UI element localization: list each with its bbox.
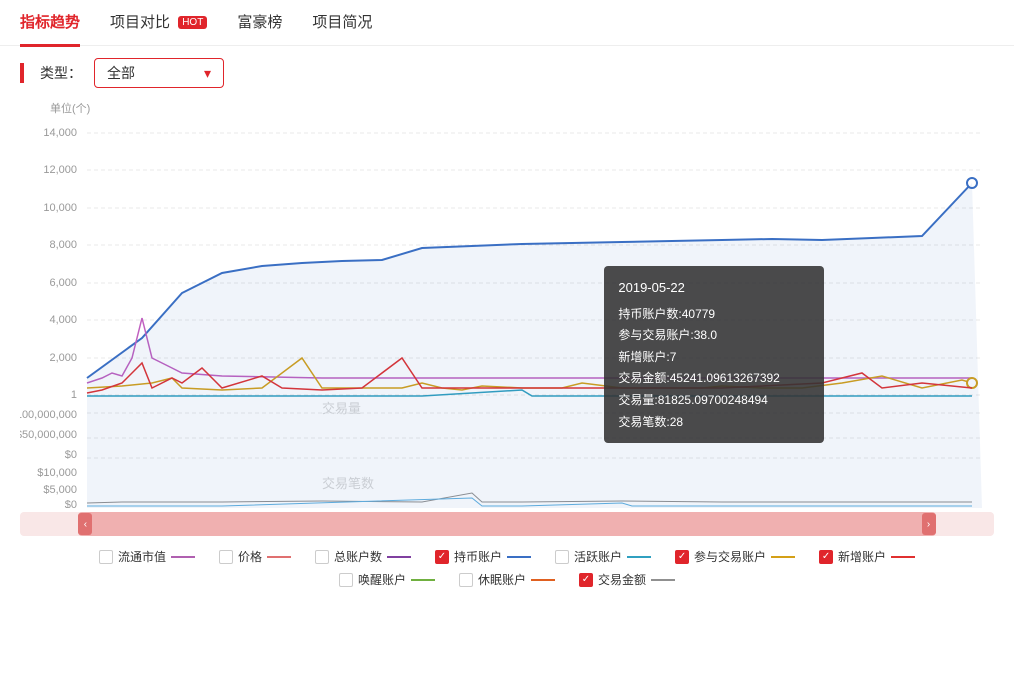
svg-text:$100,000,000: $100,000,000 bbox=[20, 409, 77, 421]
chevron-down-icon: ▾ bbox=[204, 65, 211, 82]
nav-item-overview[interactable]: 项目简况 bbox=[312, 0, 372, 47]
legend-line-trade-accounts bbox=[771, 556, 795, 558]
legend-label: 参与交易账户 bbox=[694, 548, 766, 565]
legend-market-cap[interactable]: 流通市值 bbox=[99, 548, 195, 565]
svg-text:$5,000: $5,000 bbox=[43, 484, 77, 496]
legend-check-price[interactable] bbox=[219, 550, 233, 564]
legend-trade-accounts[interactable]: 参与交易账户 bbox=[675, 548, 795, 565]
svg-text:2,000: 2,000 bbox=[49, 352, 77, 364]
legend-check-sleep-accounts[interactable] bbox=[459, 573, 473, 587]
legend-label: 价格 bbox=[238, 548, 262, 565]
legend-check-trade-amount[interactable] bbox=[579, 573, 593, 587]
chart-wrap: .axis-text { font-size: 11px; fill: #999… bbox=[20, 118, 994, 508]
svg-text:$0: $0 bbox=[65, 449, 77, 461]
legend-line-wake-accounts bbox=[411, 579, 435, 581]
svg-text:$0: $0 bbox=[65, 499, 77, 508]
chart-scrollbar[interactable]: ‹ › bbox=[20, 512, 994, 536]
legend-area: 流通市值 价格 总账户数 持币账户 活跃账户 参与交易账户 新增账户 唤醒账户 bbox=[0, 540, 1014, 596]
filter-label: 类型： bbox=[40, 63, 82, 83]
scrollbar-left-handle[interactable]: ‹ bbox=[78, 513, 92, 535]
legend-check-wake-accounts[interactable] bbox=[339, 573, 353, 587]
scrollbar-thumb[interactable] bbox=[78, 512, 935, 536]
filter-row: 类型： 全部 ▾ bbox=[0, 46, 1014, 100]
legend-total-accounts[interactable]: 总账户数 bbox=[315, 548, 411, 565]
svg-text:4,000: 4,000 bbox=[49, 314, 77, 326]
svg-text:6,000: 6,000 bbox=[49, 277, 77, 289]
chart-container: 单位(个) .axis-text { font-size: 11px; fill… bbox=[0, 100, 1014, 508]
legend-holder-accounts[interactable]: 持币账户 bbox=[435, 548, 531, 565]
legend-sleep-accounts[interactable]: 休眠账户 bbox=[459, 571, 555, 588]
legend-label: 持币账户 bbox=[454, 548, 502, 565]
svg-text:1: 1 bbox=[71, 389, 77, 401]
scrollbar-right-handle[interactable]: › bbox=[922, 513, 936, 535]
svg-text:$50,000,000: $50,000,000 bbox=[20, 429, 77, 441]
legend-price[interactable]: 价格 bbox=[219, 548, 291, 565]
legend-check-new-accounts[interactable] bbox=[819, 550, 833, 564]
nav-bar: 指标趋势 项目对比 HOT 富豪榜 项目简况 bbox=[0, 0, 1014, 46]
legend-line-price bbox=[267, 556, 291, 558]
legend-line-sleep-accounts bbox=[531, 579, 555, 581]
legend-line-total-accounts bbox=[387, 556, 411, 558]
legend-active-accounts[interactable]: 活跃账户 bbox=[555, 548, 651, 565]
nav-item-compare[interactable]: 项目对比 HOT bbox=[110, 0, 207, 47]
nav-item-rich[interactable]: 富豪榜 bbox=[237, 0, 282, 47]
legend-label: 新增账户 bbox=[838, 548, 886, 565]
legend-label: 交易金额 bbox=[598, 571, 646, 588]
legend-line-active-accounts bbox=[627, 556, 651, 558]
legend-line-market-cap bbox=[171, 556, 195, 558]
svg-text:14,000: 14,000 bbox=[43, 127, 77, 139]
svg-text:12,000: 12,000 bbox=[43, 164, 77, 176]
area-holder bbox=[87, 183, 982, 508]
legend-trade-amount[interactable]: 交易金额 bbox=[579, 571, 675, 588]
legend-check-holder-accounts[interactable] bbox=[435, 550, 449, 564]
legend-label: 流通市值 bbox=[118, 548, 166, 565]
legend-label: 活跃账户 bbox=[574, 548, 622, 565]
legend-wake-accounts[interactable]: 唤醒账户 bbox=[339, 571, 435, 588]
legend-check-total-accounts[interactable] bbox=[315, 550, 329, 564]
legend-check-active-accounts[interactable] bbox=[555, 550, 569, 564]
legend-line-holder-accounts bbox=[507, 556, 531, 558]
main-chart: .axis-text { font-size: 11px; fill: #999… bbox=[20, 118, 994, 508]
legend-check-trade-accounts[interactable] bbox=[675, 550, 689, 564]
svg-text:8,000: 8,000 bbox=[49, 239, 77, 251]
legend-check-market-cap[interactable] bbox=[99, 550, 113, 564]
svg-text:10,000: 10,000 bbox=[43, 202, 77, 214]
legend-line-trade-amount bbox=[651, 579, 675, 581]
type-select[interactable]: 全部 ▾ bbox=[94, 58, 224, 88]
legend-label: 唤醒账户 bbox=[358, 571, 406, 588]
legend-label: 总账户数 bbox=[334, 548, 382, 565]
y-axis-label: 单位(个) bbox=[50, 100, 994, 116]
nav-item-trend[interactable]: 指标趋势 bbox=[20, 0, 80, 47]
legend-line-new-accounts bbox=[891, 556, 915, 558]
filter-bar-accent bbox=[20, 63, 24, 83]
legend-new-accounts[interactable]: 新增账户 bbox=[819, 548, 915, 565]
legend-label: 休眠账户 bbox=[478, 571, 526, 588]
svg-text:$10,000: $10,000 bbox=[37, 467, 77, 479]
hot-badge: HOT bbox=[178, 16, 207, 29]
